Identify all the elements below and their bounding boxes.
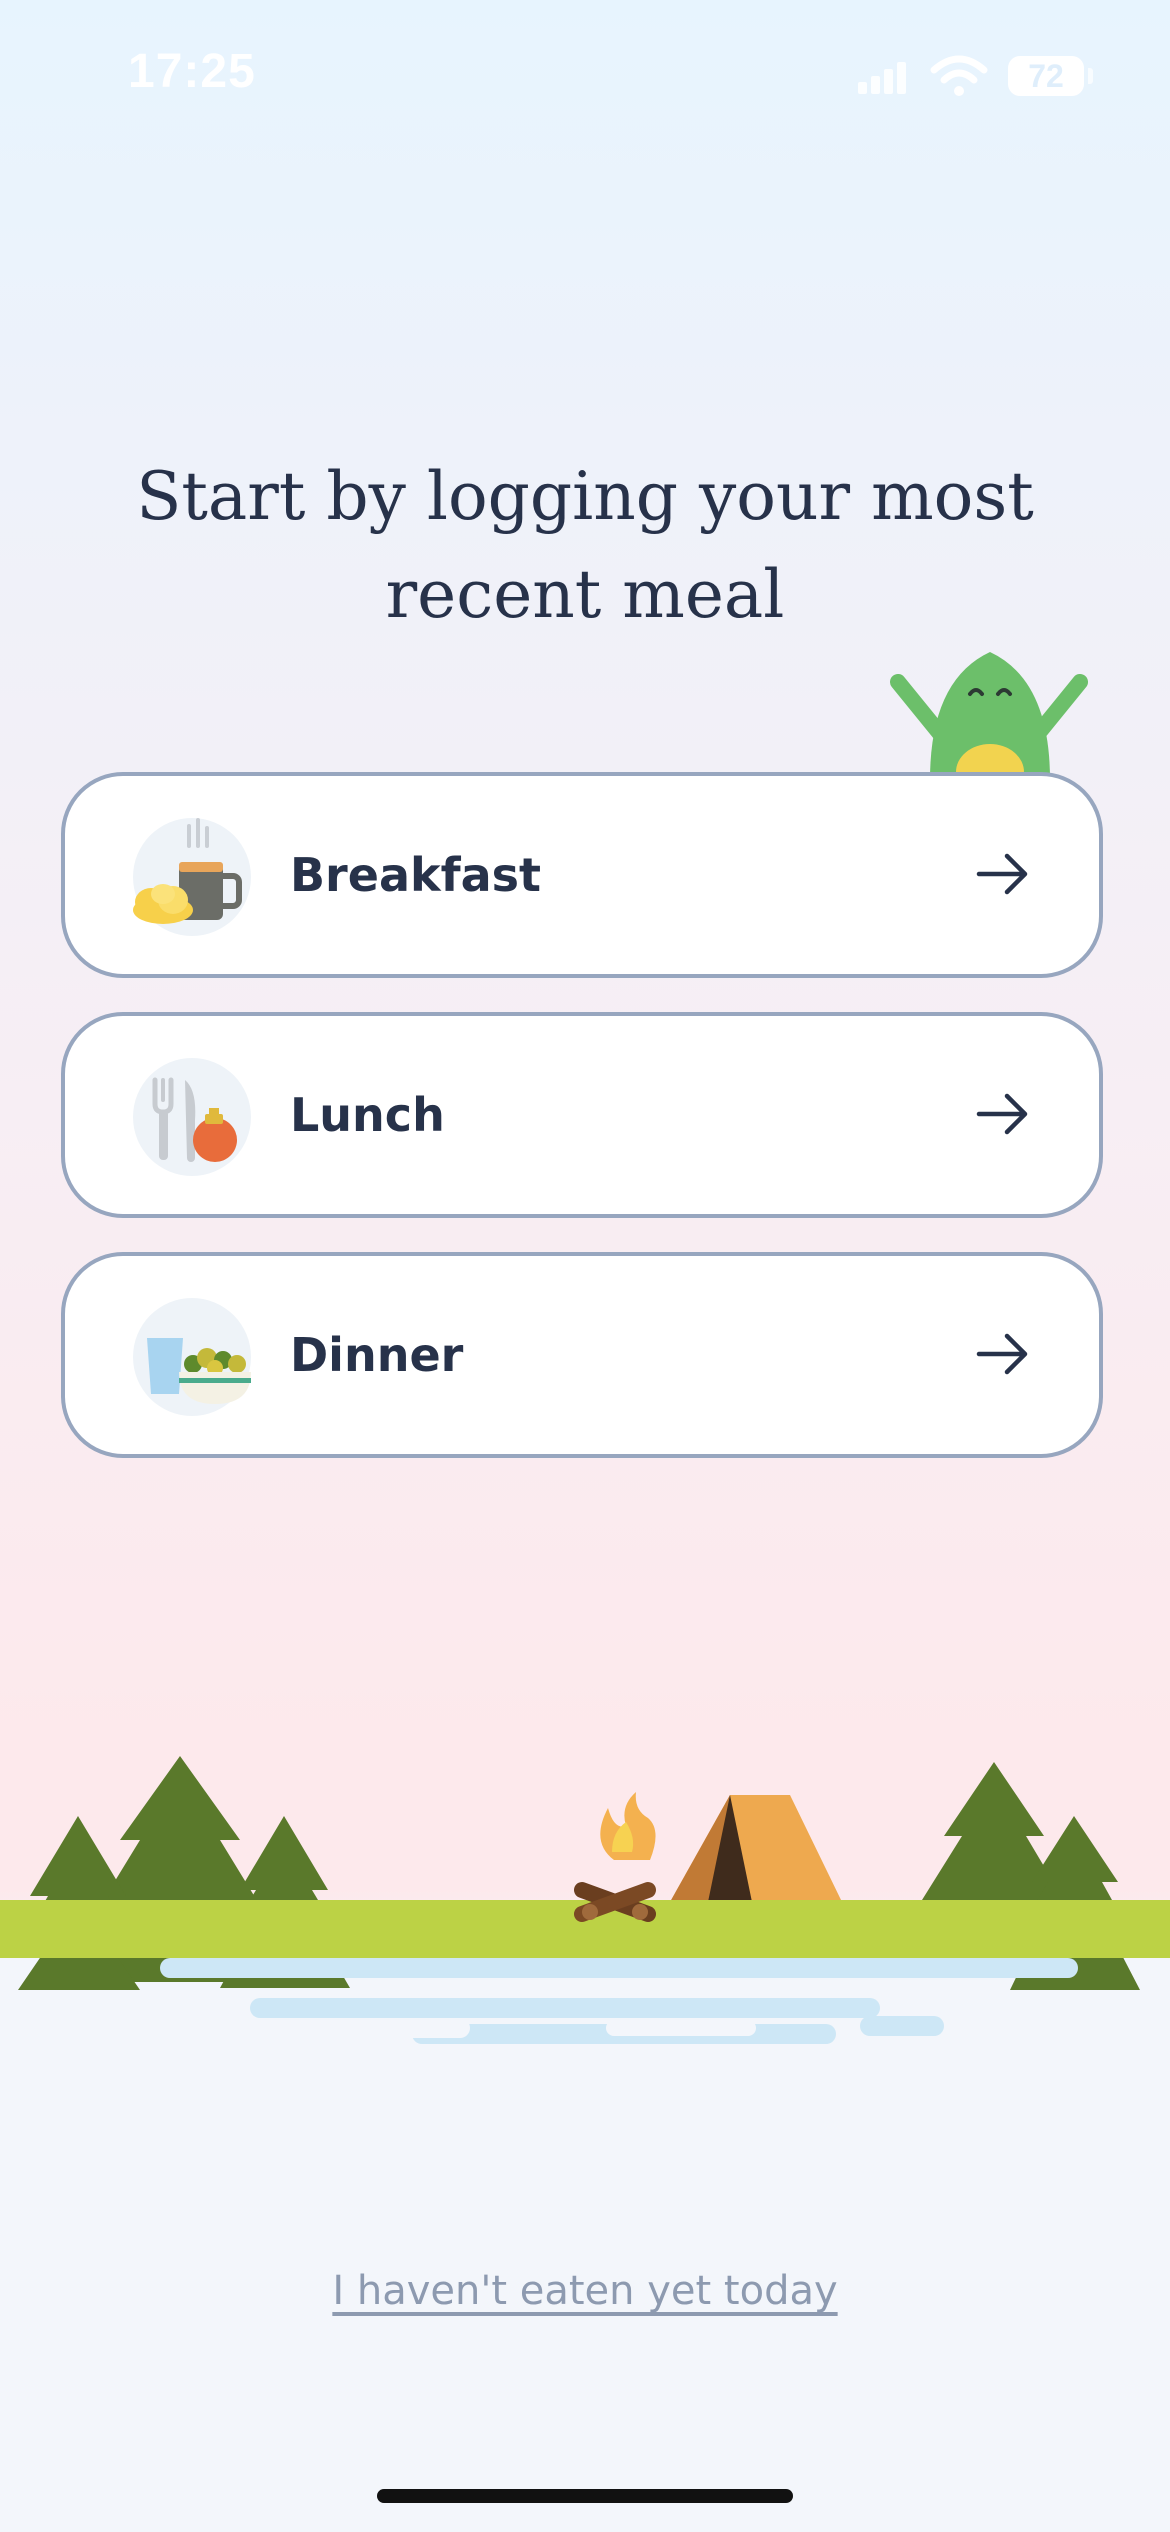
home-indicator[interactable]	[377, 2489, 793, 2503]
page-title: Start by logging your most recent meal	[136, 458, 1034, 633]
skip-meal-link[interactable]: I haven't eaten yet today	[0, 2268, 1170, 2314]
status-time: 17:25	[128, 45, 256, 98]
status-bar: 17:25 72	[0, 0, 1170, 150]
lake-icon	[160, 1958, 1078, 2044]
meal-label: Lunch	[290, 1088, 445, 1142]
cellular-signal-icon	[858, 60, 910, 94]
meal-option-dinner[interactable]: Dinner	[61, 1252, 1103, 1458]
arrow-right-icon	[976, 1093, 1028, 1135]
wifi-icon	[930, 55, 988, 96]
meal-label: Breakfast	[290, 848, 542, 902]
campsite-illustration	[0, 1756, 1170, 2044]
battery-tip	[1088, 68, 1093, 84]
meal-option-lunch[interactable]: Lunch	[61, 1012, 1103, 1218]
meal-label: Dinner	[290, 1328, 464, 1382]
meal-option-breakfast[interactable]: Breakfast	[61, 772, 1103, 978]
arrow-right-icon	[976, 1333, 1028, 1375]
battery-icon: 72	[1008, 56, 1084, 96]
arrow-right-icon	[976, 853, 1028, 895]
dinner-icon	[133, 1298, 251, 1416]
avocado-mascot-icon	[890, 652, 1088, 780]
breakfast-icon	[133, 818, 251, 936]
tent-icon	[670, 1795, 842, 1902]
lunch-icon	[133, 1058, 251, 1176]
